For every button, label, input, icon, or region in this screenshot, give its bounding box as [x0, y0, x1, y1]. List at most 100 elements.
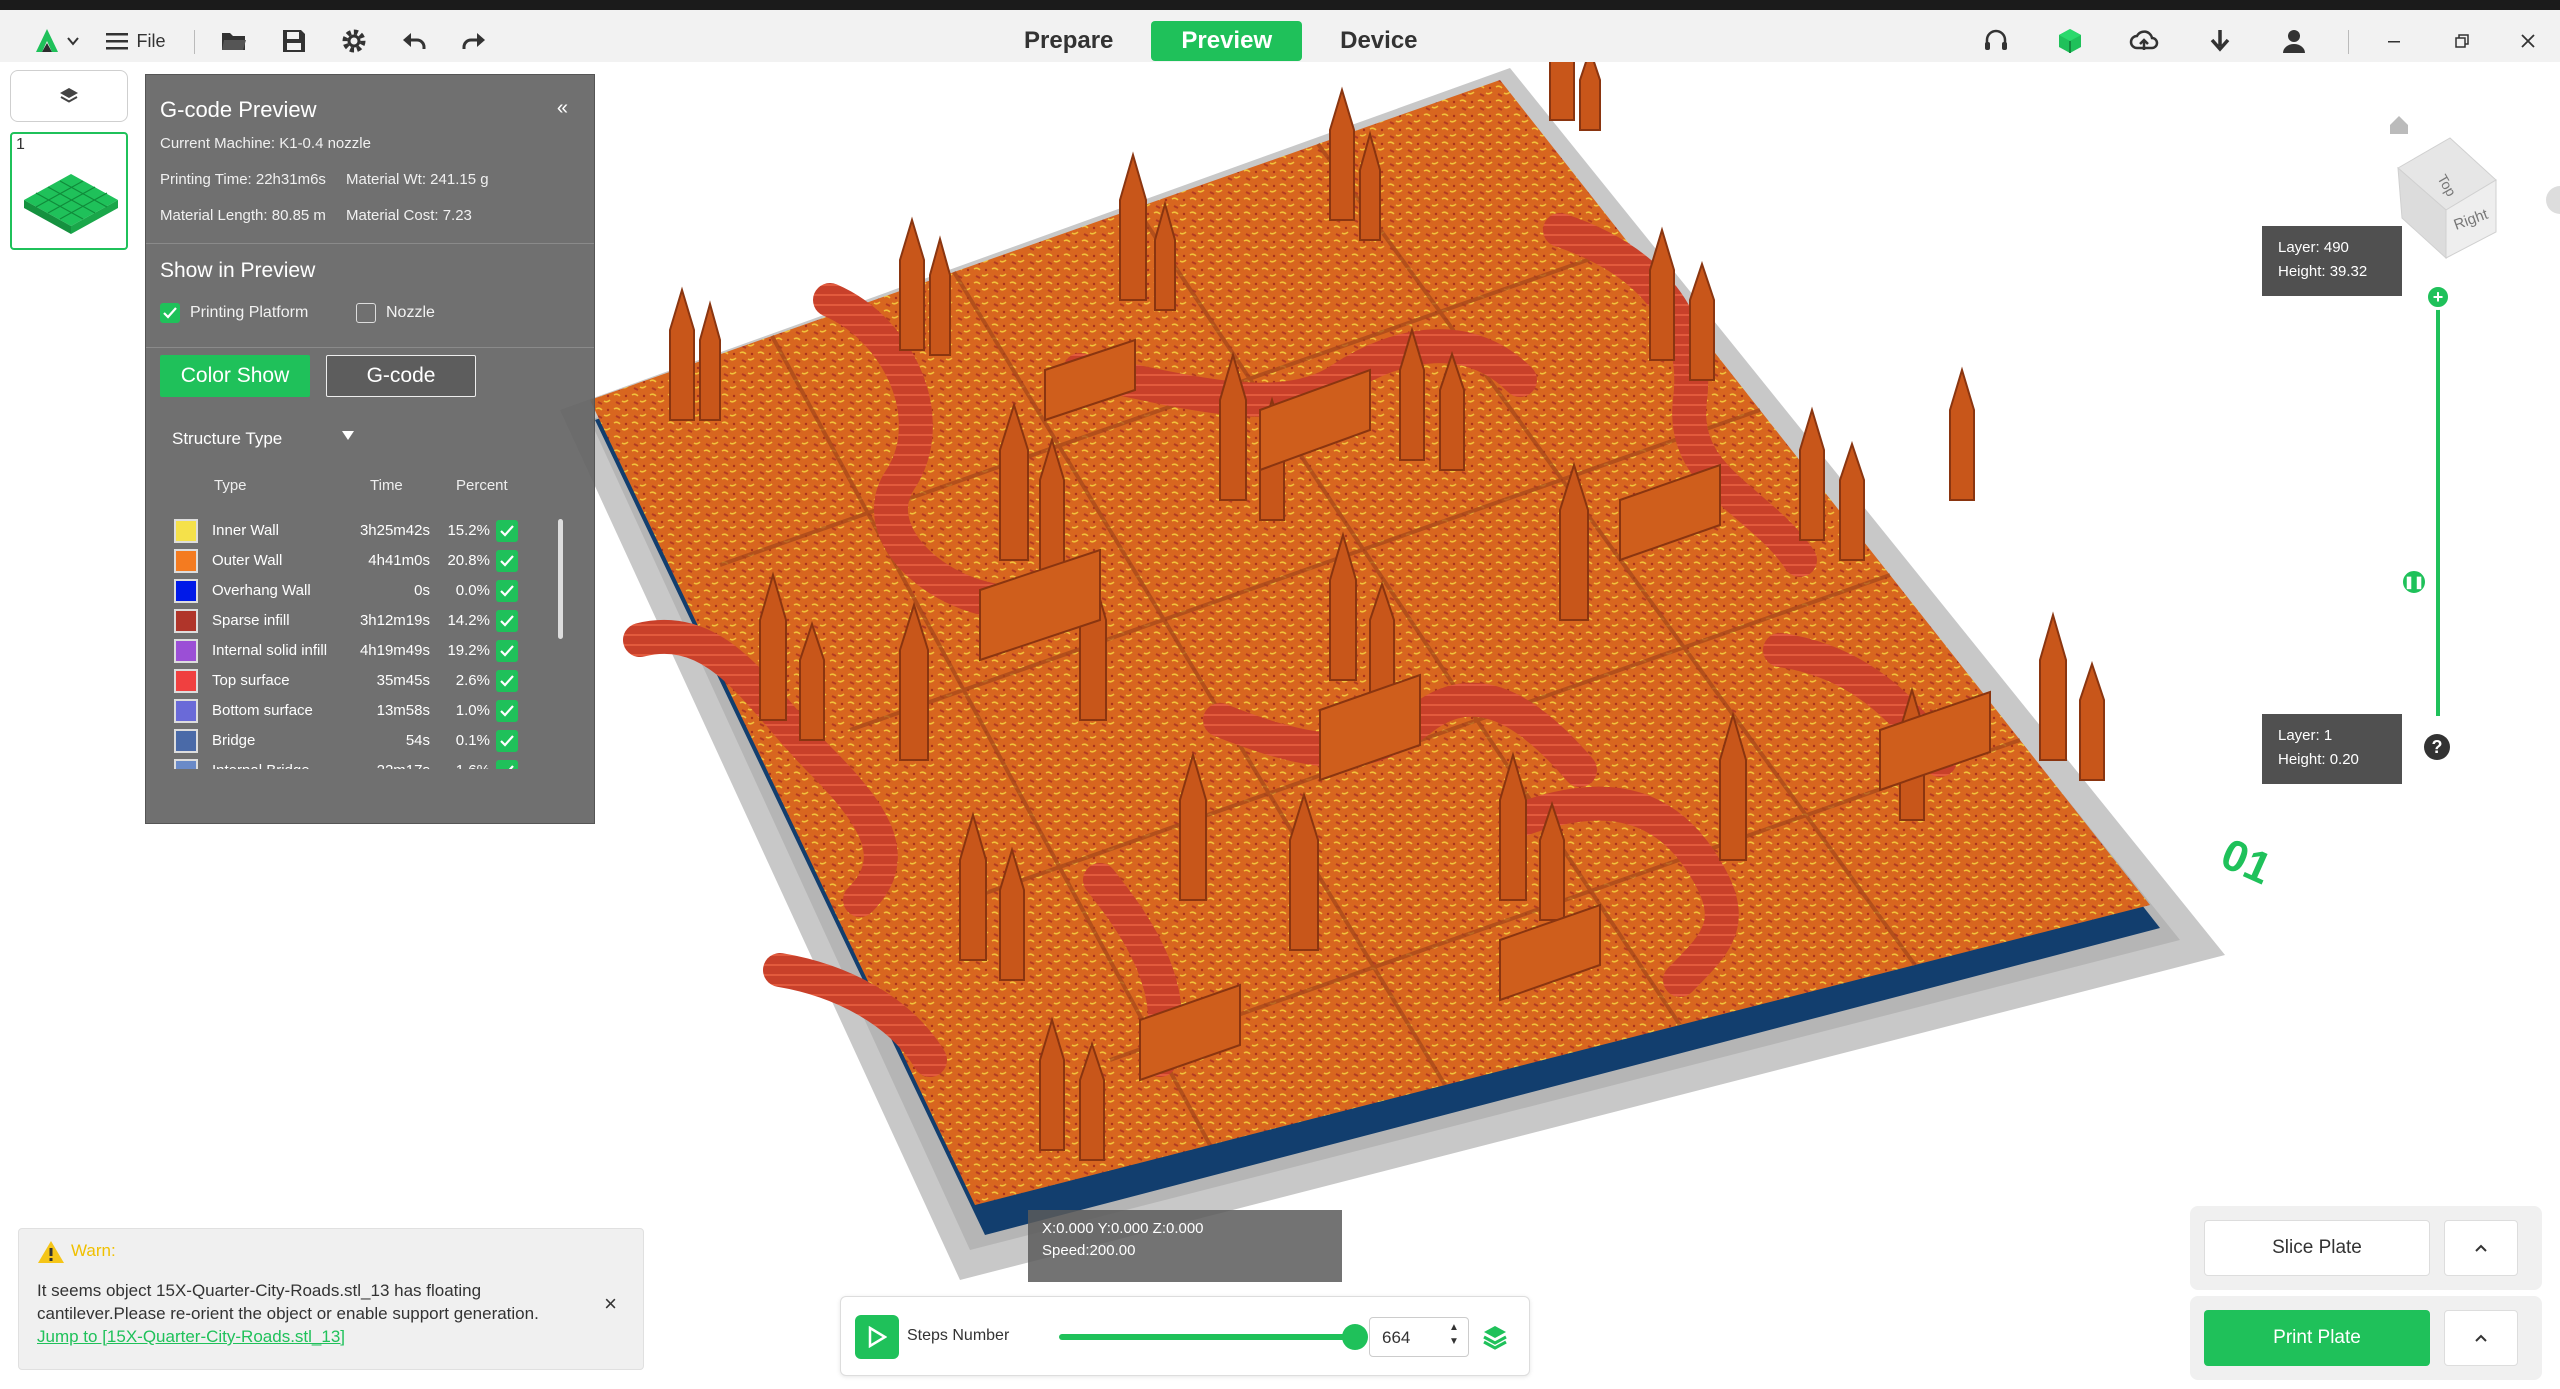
color-swatch[interactable]: [174, 609, 198, 633]
folder-open-icon: [222, 33, 246, 50]
open-button[interactable]: [216, 20, 252, 62]
column-header-time: Time: [370, 477, 403, 494]
app-window: File Prepare Preview Device 01 Top Right…: [0, 0, 2560, 1389]
save-icon: [283, 30, 305, 52]
structure-time: 0s: [414, 582, 430, 599]
printing-time: Printing Time: 22h31m6s: [160, 171, 326, 188]
account-button[interactable]: [2276, 20, 2312, 62]
structure-type-name: Internal solid infill: [212, 642, 328, 659]
file-menu[interactable]: File: [100, 20, 170, 62]
visibility-checkbox[interactable]: [496, 700, 518, 722]
color-swatch[interactable]: [174, 759, 198, 769]
plate-number-label: 01: [2214, 829, 2279, 894]
side-handle[interactable]: [2546, 186, 2560, 214]
structure-row: Top surface 35m45s 2.6%: [160, 665, 550, 695]
list-scrollbar[interactable]: [558, 519, 563, 639]
structure-percent: 2.6%: [455, 672, 490, 689]
visibility-checkbox[interactable]: [496, 760, 518, 769]
structure-time: 4h19m49s: [359, 642, 430, 659]
support-button[interactable]: [1978, 20, 2014, 62]
current-machine: Current Machine: K1-0.4 nozzle: [160, 135, 371, 152]
checkmark-icon: [508, 765, 514, 769]
tab-prepare[interactable]: Prepare: [994, 21, 1143, 61]
color-swatch[interactable]: [174, 549, 198, 573]
color-swatch[interactable]: [174, 729, 198, 753]
layers-button[interactable]: [10, 70, 128, 122]
structure-percent: 1.6%: [430, 762, 490, 769]
warning-notification: Warn: It seems object 15X-Quarter-City-R…: [18, 1228, 644, 1370]
visibility-checkbox[interactable]: [496, 730, 518, 752]
nozzle-checkbox[interactable]: [356, 303, 376, 323]
layer-slider-top-handle[interactable]: +: [2425, 284, 2451, 310]
steps-slider-handle[interactable]: [1342, 1324, 1368, 1350]
color-swatch[interactable]: [174, 519, 198, 543]
visibility-checkbox[interactable]: [496, 640, 518, 662]
undo-button[interactable]: [396, 20, 432, 62]
settings-button[interactable]: [336, 20, 372, 62]
steps-spinner[interactable]: ▲ ▼: [1449, 1321, 1459, 1349]
restore-button[interactable]: [2444, 20, 2480, 62]
dropdown-arrow-icon[interactable]: [342, 431, 354, 440]
visibility-checkbox[interactable]: [496, 610, 518, 632]
show-in-preview-heading: Show in Preview: [160, 259, 316, 282]
color-show-button[interactable]: Color Show: [160, 355, 310, 397]
printing-platform-checkbox[interactable]: [160, 303, 180, 323]
color-swatch[interactable]: [174, 639, 198, 663]
structure-percent: 19.2%: [447, 642, 490, 659]
tab-device[interactable]: Device: [1310, 21, 1447, 61]
help-icon[interactable]: ?: [2424, 734, 2450, 760]
checkmark-icon: [500, 675, 514, 687]
layers-toggle-button[interactable]: [1481, 1323, 1509, 1356]
home-view-icon[interactable]: [2390, 116, 2408, 134]
plate-thumbnail[interactable]: 1: [10, 132, 128, 250]
hamburger-icon: [106, 33, 129, 50]
close-button[interactable]: [2510, 20, 2546, 62]
color-swatch[interactable]: [174, 699, 198, 723]
minimize-button[interactable]: [2376, 20, 2412, 62]
collapse-panel-button[interactable]: «: [557, 97, 568, 120]
print-options-button[interactable]: [2444, 1310, 2518, 1366]
visibility-checkbox[interactable]: [496, 580, 518, 602]
layer-slider-track[interactable]: [2436, 296, 2440, 716]
tab-preview[interactable]: Preview: [1151, 21, 1303, 61]
model-library-button[interactable]: [2052, 20, 2088, 62]
visibility-checkbox[interactable]: [496, 550, 518, 572]
jump-to-object-link[interactable]: Jump to [15X-Quarter-City-Roads.stl_13]: [37, 1327, 345, 1346]
warning-title: Warn:: [71, 1241, 116, 1260]
gcode-button[interactable]: G-code: [326, 355, 476, 397]
steps-slider-track[interactable]: [1059, 1334, 1355, 1340]
color-swatch[interactable]: [174, 669, 198, 693]
structure-type-name: Outer Wall: [212, 552, 283, 569]
structure-type-select[interactable]: Structure Type: [172, 429, 282, 449]
save-button[interactable]: [276, 20, 312, 62]
slice-plate-button[interactable]: Slice Plate: [2204, 1220, 2430, 1276]
layer-slider-pause-handle[interactable]: ❚❚: [2400, 568, 2428, 596]
close-warning-button[interactable]: ×: [604, 1291, 617, 1317]
column-header-type: Type: [214, 477, 247, 494]
structure-percent: 0.0%: [455, 582, 490, 599]
material-length: Material Length: 80.85 m: [160, 207, 326, 224]
xyz-readout: X:0.000 Y:0.000 Z:0.000: [1042, 1220, 1204, 1237]
redo-button[interactable]: [456, 20, 492, 62]
upload-button[interactable]: [2126, 20, 2162, 62]
visibility-checkbox[interactable]: [496, 670, 518, 692]
color-swatch[interactable]: [174, 579, 198, 603]
app-logo-menu[interactable]: [28, 20, 88, 62]
visibility-checkbox[interactable]: [496, 520, 518, 542]
coordinate-readout: X:0.000 Y:0.000 Z:0.000 Speed:200.00: [1028, 1210, 1342, 1282]
slice-options-button[interactable]: [2444, 1220, 2518, 1276]
printing-platform-label: Printing Platform: [190, 304, 309, 321]
structure-type-name: Sparse infill: [212, 612, 290, 629]
download-button[interactable]: [2202, 20, 2238, 62]
view-cube[interactable]: Top Right: [2397, 137, 2497, 260]
top-layer-info: Layer: 490 Height: 39.32: [2262, 226, 2402, 296]
steps-control-bar: Steps Number 664 ▲ ▼: [840, 1296, 1530, 1376]
print-plate-button[interactable]: Print Plate: [2204, 1310, 2430, 1366]
play-button[interactable]: [855, 1315, 899, 1359]
cube-model-icon: [2059, 29, 2081, 53]
structure-percent: 0.1%: [455, 732, 490, 749]
structure-type-list: Inner Wall 3h25m42s 15.2% Outer Wall 4h41m0s…: [160, 515, 550, 769]
structure-type-name: Internal Bridge: [212, 762, 310, 769]
structure-row: Internal Bridge 22m17s1.6%: [160, 755, 550, 769]
plate-thumbnail-image: [24, 174, 118, 234]
